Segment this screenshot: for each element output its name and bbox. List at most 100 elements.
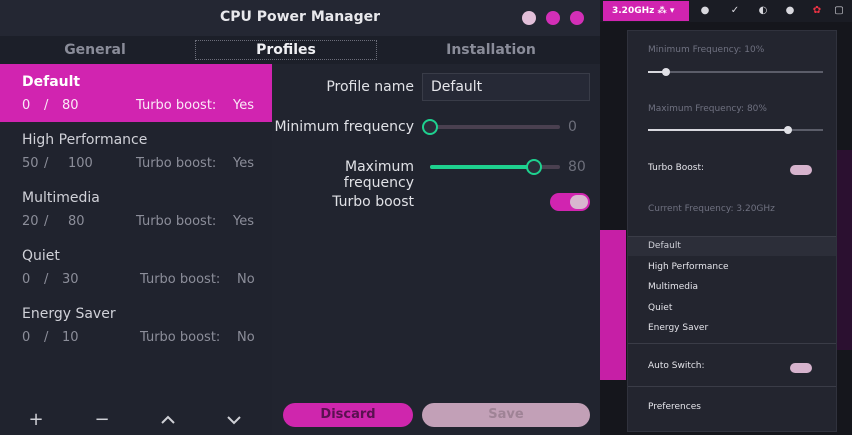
maximize-button[interactable]	[546, 11, 560, 25]
minimize-button[interactable]	[522, 11, 536, 25]
profile-turbo-label: Turbo boost:	[140, 272, 221, 287]
profile-min: 20	[22, 214, 39, 229]
profile-list: Default 0 / 80 Turbo boost: Yes High Per…	[0, 64, 272, 404]
profile-separator: /	[44, 330, 49, 345]
profile-max: 30	[62, 272, 79, 287]
tab-bar: General Profiles Installation	[0, 36, 600, 64]
menu-profile-default[interactable]: Default	[628, 237, 836, 256]
menu-separator	[628, 386, 836, 387]
profile-item-energy-saver[interactable]: Energy Saver 0 / 10 Turbo boost: No	[0, 296, 272, 354]
turbo-boost-label: Turbo boost	[332, 194, 414, 210]
power-icon[interactable]: ●	[784, 5, 796, 17]
profile-list-toolbar: + −	[0, 404, 272, 435]
move-up-button[interactable]	[156, 408, 180, 432]
profile-item-high-performance[interactable]: High Performance 50 / 100 Turbo boost: Y…	[0, 122, 272, 180]
profile-turbo-value: Yes	[233, 156, 254, 171]
profile-name: Default	[22, 74, 81, 90]
volume-icon[interactable]: ◐	[757, 5, 769, 17]
profile-min: 0	[22, 98, 31, 113]
close-button[interactable]	[570, 11, 584, 25]
profile-turbo-value: Yes	[233, 214, 254, 229]
profile-name: High Performance	[22, 132, 148, 148]
menu-turbo-boost-label: Turbo Boost:	[648, 163, 705, 173]
menu-profile-energy-saver[interactable]: Energy Saver	[628, 319, 836, 338]
profile-separator: /	[44, 156, 49, 171]
focus-frame	[195, 40, 377, 60]
app-icon[interactable]: ✿	[811, 5, 823, 17]
menu-min-frequency-slider[interactable]	[648, 71, 823, 73]
profile-max: 80	[62, 98, 79, 113]
tab-installation[interactable]: Installation	[382, 36, 600, 64]
profile-min: 50	[22, 156, 39, 171]
menu-max-frequency-handle[interactable]	[784, 126, 792, 134]
max-frequency-fill	[430, 165, 534, 169]
tab-profiles[interactable]: Profiles	[195, 36, 377, 64]
profile-name-label: Profile name	[326, 79, 414, 95]
profile-turbo-value: Yes	[233, 98, 254, 113]
profile-item-multimedia[interactable]: Multimedia 20 / 80 Turbo boost: Yes	[0, 180, 272, 238]
profile-name: Multimedia	[22, 190, 100, 206]
top-panel: 3.20GHz ⁂ ▾ ● ✓ ◐ ● ✿ ▢	[600, 0, 852, 22]
profile-min: 0	[22, 272, 31, 287]
chat-icon[interactable]: ●	[699, 5, 711, 17]
remove-profile-button[interactable]: −	[90, 408, 114, 432]
menu-auto-switch-toggle[interactable]	[790, 363, 812, 373]
toggle-thumb	[570, 195, 588, 209]
chevron-up-icon	[161, 415, 175, 424]
cpu-power-manager-window: CPU Power Manager General Profiles Insta…	[0, 0, 600, 435]
turbo-boost-toggle[interactable]	[550, 193, 590, 211]
menu-min-frequency-label: Minimum Frequency: 10%	[648, 45, 765, 55]
menu-profile-multimedia[interactable]: Multimedia	[628, 278, 836, 297]
cpu-indicator-button[interactable]: 3.20GHz ⁂ ▾	[603, 1, 689, 21]
menu-separator	[628, 343, 836, 344]
save-button[interactable]: Save	[422, 403, 590, 427]
profile-separator: /	[44, 98, 49, 113]
menu-current-frequency: Current Frequency: 3.20GHz	[648, 204, 775, 214]
wallpaper-accent	[600, 230, 626, 380]
move-down-button[interactable]	[222, 408, 246, 432]
check-icon[interactable]: ✓	[729, 5, 741, 17]
menu-max-frequency-label: Maximum Frequency: 80%	[648, 104, 767, 114]
max-frequency-value: 80	[568, 159, 586, 175]
profile-item-default[interactable]: Default 0 / 80 Turbo boost: Yes	[0, 64, 272, 122]
profile-max: 10	[62, 330, 79, 345]
menu-auto-switch-label: Auto Switch:	[648, 361, 705, 371]
profile-turbo-value: No	[237, 272, 255, 287]
profile-name: Quiet	[22, 248, 60, 264]
menu-profile-quiet[interactable]: Quiet	[628, 299, 836, 318]
profile-turbo-value: No	[237, 330, 255, 345]
profile-separator: /	[44, 272, 49, 287]
profile-max: 80	[68, 214, 85, 229]
menu-max-frequency-fill	[648, 129, 788, 131]
profile-max: 100	[68, 156, 93, 171]
profile-turbo-label: Turbo boost:	[140, 330, 221, 345]
profile-name: Energy Saver	[22, 306, 116, 322]
profile-turbo-label: Turbo boost:	[136, 98, 217, 113]
profile-separator: /	[44, 214, 49, 229]
chevron-down-icon	[227, 416, 241, 425]
window-title: CPU Power Manager	[219, 9, 381, 25]
menu-min-frequency-handle[interactable]	[662, 68, 670, 76]
profile-turbo-label: Turbo boost:	[136, 156, 217, 171]
menu-preferences[interactable]: Preferences	[648, 402, 701, 412]
min-frequency-slider[interactable]	[430, 125, 560, 129]
cpu-indicator-menu: Minimum Frequency: 10% Maximum Frequency…	[627, 30, 837, 432]
profile-min: 0	[22, 330, 31, 345]
menu-turbo-boost-toggle[interactable]	[790, 165, 812, 175]
max-frequency-label: Maximum frequency	[343, 159, 414, 191]
profile-turbo-label: Turbo boost:	[136, 214, 217, 229]
max-frequency-handle[interactable]	[526, 159, 542, 175]
min-frequency-label: Minimum frequency	[274, 119, 414, 135]
titlebar[interactable]: CPU Power Manager	[0, 0, 600, 36]
profile-name-input[interactable]: Default	[422, 73, 590, 101]
window-icon[interactable]: ▢	[833, 5, 845, 17]
profile-editor: Profile name Default Minimum frequency 0…	[272, 64, 600, 435]
tab-general[interactable]: General	[0, 36, 190, 64]
wallpaper-shadow	[836, 150, 852, 350]
min-frequency-handle[interactable]	[422, 119, 438, 135]
add-profile-button[interactable]: +	[24, 408, 48, 432]
discard-button[interactable]: Discard	[283, 403, 413, 427]
menu-profile-high-performance[interactable]: High Performance	[628, 258, 836, 277]
profile-item-quiet[interactable]: Quiet 0 / 30 Turbo boost: No	[0, 238, 272, 296]
min-frequency-value: 0	[568, 119, 577, 135]
